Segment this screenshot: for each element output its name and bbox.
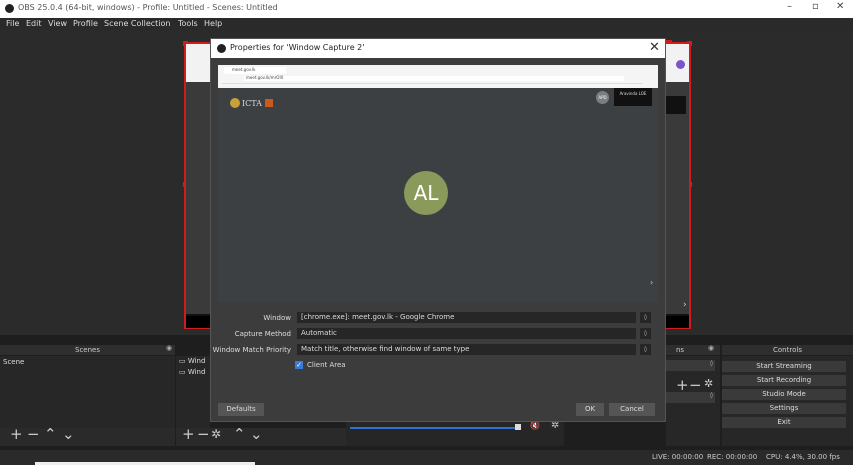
source-item[interactable]: ▭ Wind bbox=[179, 357, 205, 365]
match-priority-value: Match title, otherwise find window of sa… bbox=[301, 345, 470, 353]
match-priority-label: Window Match Priority bbox=[212, 346, 291, 354]
volume-slider[interactable] bbox=[350, 427, 520, 429]
captured-browser-chrome: meet.gov.lk meet.gov.lk/mrOIX bbox=[218, 65, 658, 88]
status-bar: LIVE: 00:00:00 REC: 00:00:00 CPU: 4.4%, … bbox=[0, 450, 853, 465]
participant-avatar: AL bbox=[404, 171, 448, 215]
scenes-dock-menu-icon[interactable]: ◉ bbox=[166, 344, 172, 352]
dialog-title-bar: Properties for 'Window Capture 2' ✕ bbox=[211, 39, 665, 58]
menu-profile[interactable]: Profile bbox=[73, 19, 98, 28]
emblem-icon bbox=[230, 98, 240, 108]
chevron-right-icon: › bbox=[683, 300, 687, 310]
move-down-icon[interactable]: ⌄ bbox=[250, 425, 263, 443]
address-bar-url: meet.gov.lk/mrOIX bbox=[246, 75, 284, 80]
audio-mixer: 🔇 ✲ bbox=[346, 420, 564, 446]
browser-tab-title: meet.gov.lk bbox=[232, 67, 256, 72]
spin-arrows-icon: ◊ bbox=[640, 344, 651, 355]
maximize-icon[interactable]: ▫ bbox=[812, 1, 819, 12]
app-title-bar: OBS 25.0.4 (64-bit, windows) - Profile: … bbox=[0, 0, 853, 18]
volume-slider-handle[interactable] bbox=[515, 424, 521, 430]
obs-logo-icon bbox=[217, 44, 226, 53]
move-up-icon[interactable]: ⌃ bbox=[44, 425, 57, 443]
menu-bar: File Edit View Profile Scene Collection … bbox=[0, 18, 853, 30]
menu-tools[interactable]: Tools bbox=[178, 19, 198, 28]
exit-button[interactable]: Exit bbox=[722, 417, 846, 428]
minimize-icon[interactable]: – bbox=[787, 1, 792, 12]
transition-select[interactable]: ◊ bbox=[666, 360, 715, 371]
add-source-icon[interactable]: + bbox=[182, 425, 195, 443]
window-select[interactable]: [chrome.exe]: meet.gov.lk - Google Chrom… bbox=[297, 312, 651, 323]
gear-icon[interactable]: ✲ bbox=[211, 427, 221, 441]
capture-method-label: Capture Method bbox=[234, 330, 291, 338]
capture-method-select[interactable]: Automatic ◊ bbox=[297, 328, 651, 339]
start-streaming-button[interactable]: Start Streaming bbox=[722, 361, 846, 372]
spin-arrows-icon: ◊ bbox=[710, 360, 713, 367]
rec-timer: REC: 00:00:00 bbox=[707, 453, 758, 461]
settings-button[interactable]: Settings bbox=[722, 403, 846, 414]
gear-icon[interactable]: ✲ bbox=[704, 377, 713, 390]
address-bar: meet.gov.lk/mrOIX bbox=[244, 75, 624, 81]
dialog-title: Properties for 'Window Capture 2' bbox=[230, 43, 365, 52]
scenes-dock-header: Scenes bbox=[0, 345, 175, 355]
menu-edit[interactable]: Edit bbox=[26, 19, 42, 28]
participant-badge: APD bbox=[596, 91, 609, 104]
capture-method-value: Automatic bbox=[301, 329, 337, 337]
duration-spinbox[interactable]: ◊ bbox=[666, 392, 715, 403]
window-capture-icon: ▭ bbox=[179, 368, 188, 376]
client-area-checkbox[interactable]: ✓ bbox=[295, 361, 303, 369]
participant-tile: Aravinda LOE bbox=[614, 88, 652, 106]
scene-item[interactable]: Scene bbox=[3, 358, 24, 366]
window-capture-icon: ▭ bbox=[179, 357, 188, 365]
menu-help[interactable]: Help bbox=[204, 19, 222, 28]
move-down-icon[interactable]: ⌄ bbox=[62, 425, 75, 443]
cancel-button[interactable]: Cancel bbox=[609, 403, 655, 416]
obs-logo-icon bbox=[5, 4, 14, 13]
org-logo-icon bbox=[265, 99, 273, 107]
remove-source-icon[interactable]: − bbox=[197, 425, 210, 443]
remove-scene-icon[interactable]: − bbox=[27, 425, 40, 443]
defaults-button[interactable]: Defaults bbox=[218, 403, 264, 416]
transitions-dock-menu-icon[interactable]: ◉ bbox=[708, 344, 714, 352]
client-area-label: Client Area bbox=[307, 361, 346, 369]
transitions-panel: ◊ + − ✲ ◊ bbox=[666, 356, 720, 446]
move-up-icon[interactable]: ⌃ bbox=[233, 425, 246, 443]
profile-avatar-icon bbox=[676, 60, 685, 69]
source-item[interactable]: ▭ Wind bbox=[179, 368, 205, 376]
menu-file[interactable]: File bbox=[6, 19, 19, 28]
close-icon[interactable]: ✕ bbox=[649, 40, 660, 55]
controls-dock-header: Controls bbox=[722, 345, 853, 355]
close-icon[interactable]: ✕ bbox=[836, 1, 844, 12]
menu-view[interactable]: View bbox=[48, 19, 67, 28]
browser-tab: meet.gov.lk bbox=[224, 67, 286, 74]
bookmarks-bar bbox=[222, 83, 642, 84]
sources-list: ▭ Wind ▭ Wind bbox=[176, 356, 210, 428]
menu-scene-collection[interactable]: Scene Collection bbox=[104, 19, 171, 28]
spin-arrows-icon: ◊ bbox=[640, 328, 651, 339]
resize-handle[interactable] bbox=[666, 40, 672, 44]
app-title: OBS 25.0.4 (64-bit, windows) - Profile: … bbox=[18, 3, 278, 12]
captured-meeting: ICTA APD Aravinda LOE AL › bbox=[218, 88, 658, 302]
window-select-value: [chrome.exe]: meet.gov.lk - Google Chrom… bbox=[301, 313, 455, 321]
org-logo-text: ICTA bbox=[242, 99, 262, 108]
window-label: Window bbox=[263, 314, 291, 322]
preview-black-bar bbox=[666, 316, 689, 328]
capture-preview: meet.gov.lk meet.gov.lk/mrOIX ICTA APD A… bbox=[218, 65, 658, 302]
preview-black-bar bbox=[186, 316, 210, 328]
chevron-right-icon: › bbox=[650, 278, 654, 287]
scenes-dock-toolbar: + − ⌃ ⌄ bbox=[0, 425, 175, 446]
ok-button[interactable]: OK bbox=[576, 403, 604, 416]
cpu-fps-readout: CPU: 4.4%, 30.00 fps bbox=[766, 453, 840, 461]
match-priority-select[interactable]: Match title, otherwise find window of sa… bbox=[297, 344, 651, 355]
mute-speaker-icon[interactable]: 🔇 bbox=[530, 421, 540, 430]
start-recording-button[interactable]: Start Recording bbox=[722, 375, 846, 386]
sources-dock-toolbar: + − ✲ ⌃ ⌄ bbox=[176, 425, 346, 446]
studio-mode-button[interactable]: Studio Mode bbox=[722, 389, 846, 400]
add-scene-icon[interactable]: + bbox=[10, 425, 23, 443]
properties-dialog: Properties for 'Window Capture 2' ✕ meet… bbox=[210, 38, 666, 422]
spin-arrows-icon: ◊ bbox=[710, 392, 713, 399]
scenes-list: Scene bbox=[0, 356, 175, 428]
spin-arrows-icon: ◊ bbox=[640, 312, 651, 323]
live-timer: LIVE: 00:00:00 bbox=[652, 453, 704, 461]
